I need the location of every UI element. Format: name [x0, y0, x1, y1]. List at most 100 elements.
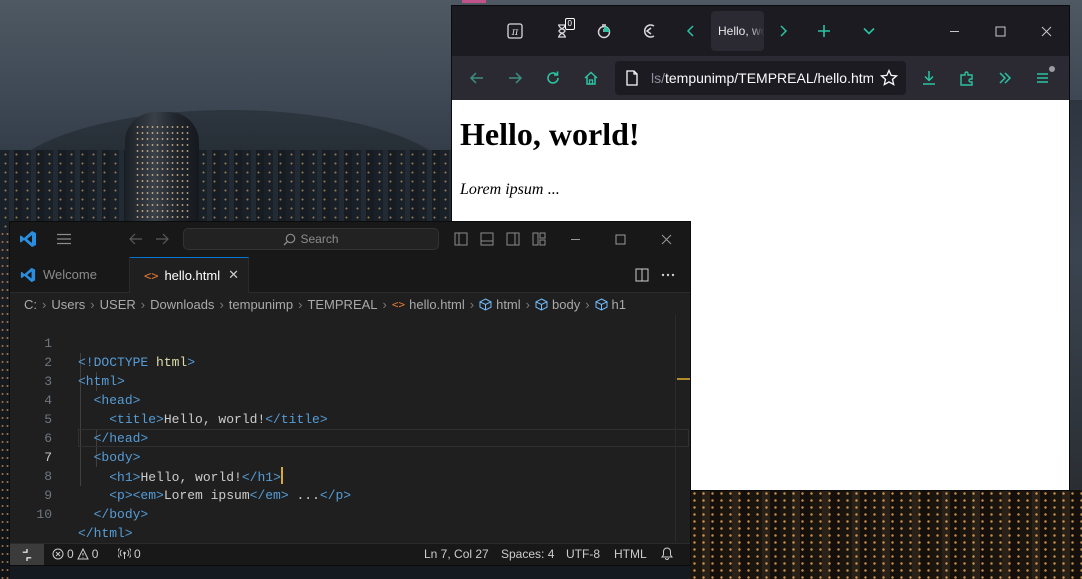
- split-editor-icon[interactable]: [630, 265, 654, 285]
- breadcrumb-symbol[interactable]: body: [535, 297, 580, 312]
- forward-arrow-icon[interactable]: [500, 63, 530, 93]
- vscode-window: Search Welcome <> hello.html ✕ C: › User…: [10, 222, 690, 565]
- overflow-chevrons-icon[interactable]: [990, 63, 1020, 93]
- wallpaper-tower: [125, 112, 199, 224]
- code-line: 9 </body>: [10, 467, 690, 522]
- symbol-element-icon: [535, 297, 548, 311]
- search-placeholder: Search: [300, 232, 339, 246]
- ports-indicator[interactable]: 0: [118, 547, 141, 561]
- command-center-search[interactable]: Search: [183, 228, 439, 250]
- browser-maximize-icon[interactable]: [980, 16, 1020, 46]
- cursor-position[interactable]: Ln 7, Col 27: [424, 547, 489, 561]
- address-bar[interactable]: ls/tempunimp/TEMPREAL/hello.html: [615, 61, 906, 95]
- remote-indicator-icon[interactable]: [10, 544, 44, 565]
- breadcrumb-symbol-label: body: [552, 296, 581, 312]
- tab-label: hello.html: [164, 268, 221, 283]
- timer-icon[interactable]: [589, 16, 619, 46]
- code-text: </body>: [93, 507, 149, 522]
- browser-close-icon[interactable]: [1026, 16, 1066, 46]
- tab-close-icon[interactable]: ✕: [228, 267, 239, 283]
- app-menu-hamburger-icon[interactable]: [1028, 63, 1058, 93]
- breadcrumb-chevron-icon: ›: [140, 296, 146, 312]
- file-encoding[interactable]: UTF-8: [566, 547, 600, 561]
- new-tab-plus-icon[interactable]: [809, 16, 839, 46]
- breadcrumb-chevron-icon: ›: [382, 296, 387, 312]
- editor-tab-bar: Welcome <> hello.html ✕: [10, 257, 690, 293]
- nav-back-arrow-icon[interactable]: [124, 229, 148, 249]
- code-text: </html>: [78, 526, 133, 541]
- wallpaper-city-lights: [0, 150, 460, 230]
- back-arrow-icon[interactable]: [462, 63, 492, 93]
- svg-text:π: π: [511, 27, 519, 38]
- html-file-icon: <>: [391, 297, 406, 311]
- bookmark-star-icon[interactable]: [880, 69, 898, 87]
- code-line: 1 <!DOCTYPE html>: [10, 315, 690, 370]
- pi-icon[interactable]: π: [500, 16, 530, 46]
- problems-indicator[interactable]: 0 0: [52, 547, 98, 561]
- breadcrumb-file[interactable]: <> hello.html: [392, 297, 465, 312]
- ports-count: 0: [134, 547, 141, 561]
- breadcrumb-item[interactable]: Downloads: [150, 297, 214, 312]
- page-rest-text: ...: [543, 181, 560, 198]
- breadcrumb-chevron-icon: ›: [298, 296, 303, 312]
- list-all-tabs-chevron-down-icon[interactable]: [854, 16, 884, 46]
- code-line: 3 <head>: [10, 353, 690, 408]
- indentation-setting[interactable]: Spaces: 4: [501, 547, 554, 561]
- editor-scrollbar[interactable]: [675, 315, 690, 542]
- vscode-minimize-icon[interactable]: [563, 229, 587, 249]
- vscode-maximize-icon[interactable]: [608, 229, 632, 249]
- warning-count: 0: [91, 547, 99, 561]
- extensions-puzzle-icon[interactable]: [952, 63, 982, 93]
- nav-forward-arrow-icon[interactable]: [150, 229, 174, 249]
- warning-icon: [76, 548, 89, 560]
- breadcrumb-chevron-icon: ›: [42, 296, 47, 312]
- html-file-icon: <>: [144, 268, 159, 283]
- wallpaper-city-bottom: [690, 490, 1082, 579]
- breadcrumb-item[interactable]: tempunimp: [229, 297, 293, 312]
- breadcrumb-symbol-label: h1: [611, 296, 627, 312]
- browser-navbar: ls/tempunimp/TEMPREAL/hello.html: [452, 56, 1069, 100]
- downloads-icon[interactable]: [914, 63, 944, 93]
- tab-scroll-right-icon[interactable]: [768, 16, 798, 46]
- browser-tab-hello[interactable]: Hello, world!: [711, 11, 764, 51]
- scrollbar-cursor-marker: [677, 378, 690, 380]
- menu-hamburger-icon[interactable]: [52, 229, 76, 249]
- home-icon[interactable]: [576, 63, 606, 93]
- breadcrumb-chevron-icon: ›: [90, 296, 95, 312]
- page-document-icon: [626, 70, 638, 86]
- browser-minimize-icon[interactable]: [934, 16, 974, 46]
- notifications-bell-icon[interactable]: [661, 547, 673, 560]
- breadcrumb-item[interactable]: TEMPREAL: [307, 297, 377, 312]
- badge-count: 0: [564, 18, 575, 30]
- page-paragraph: Lorem ipsum ...: [460, 181, 559, 199]
- breadcrumb-item[interactable]: Users: [51, 297, 85, 312]
- breadcrumb: C: › Users › USER › Downloads › tempunimp › T…: [10, 293, 690, 315]
- tab-scroll-left-icon[interactable]: [676, 16, 706, 46]
- toggle-secondary-sidebar-icon[interactable]: [501, 229, 525, 249]
- code-line: 4 <title>Hello, world!</title>: [10, 372, 690, 427]
- tab-label: Welcome: [43, 267, 97, 282]
- breadcrumb-symbol[interactable]: html: [479, 297, 521, 312]
- error-icon: [52, 548, 64, 560]
- toggle-primary-sidebar-icon[interactable]: [449, 229, 473, 249]
- customize-layout-icon[interactable]: [527, 229, 551, 249]
- tab-welcome[interactable]: Welcome: [10, 257, 130, 292]
- code-line: 5 </head>: [10, 391, 690, 446]
- rewind-icon[interactable]: [634, 16, 664, 46]
- toggle-panel-icon[interactable]: [475, 229, 499, 249]
- url-prefix: ls/: [651, 70, 665, 86]
- tab-indicator: [462, 0, 486, 3]
- breadcrumb-item[interactable]: USER: [100, 297, 136, 312]
- language-mode[interactable]: HTML: [614, 547, 647, 561]
- hourglass-icon[interactable]: 0: [547, 16, 577, 46]
- reload-icon[interactable]: [538, 63, 568, 93]
- breadcrumb-symbol[interactable]: h1: [595, 297, 626, 312]
- code-editor[interactable]: 1 <!DOCTYPE html> 2 <html> 3 <head> 4 <t…: [10, 315, 690, 542]
- tab-label-fade: [750, 11, 764, 51]
- menu-notification-dot: [1049, 66, 1055, 72]
- breadcrumb-item[interactable]: C:: [24, 297, 37, 312]
- tab-hello-html[interactable]: <> hello.html ✕: [130, 257, 249, 293]
- vscode-logo-icon: [20, 267, 36, 282]
- vscode-close-icon[interactable]: [654, 229, 678, 249]
- more-actions-ellipsis-icon[interactable]: [656, 265, 680, 285]
